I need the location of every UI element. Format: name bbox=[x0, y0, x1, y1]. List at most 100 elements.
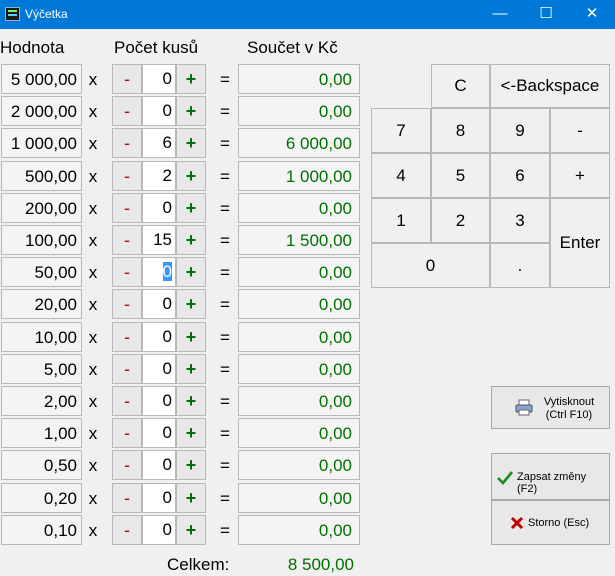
increment-button[interactable]: + bbox=[176, 353, 206, 384]
times-sign: x bbox=[88, 327, 98, 347]
quantity-input[interactable]: 0 bbox=[142, 321, 176, 352]
equals-sign: = bbox=[220, 359, 230, 379]
key-decimal[interactable]: . bbox=[490, 243, 550, 288]
decrement-button[interactable]: - bbox=[112, 514, 142, 545]
quantity-input[interactable]: 0 bbox=[142, 353, 176, 384]
equals-sign: = bbox=[220, 263, 230, 283]
denomination-value: 1,00 bbox=[1, 418, 82, 449]
equals-sign: = bbox=[220, 166, 230, 186]
decrement-button[interactable]: - bbox=[112, 257, 142, 288]
decrement-button[interactable]: - bbox=[112, 64, 142, 94]
times-sign: x bbox=[88, 134, 98, 154]
quantity-input[interactable]: 15 bbox=[142, 225, 176, 255]
cancel-button[interactable]: Storno (Esc) bbox=[491, 500, 610, 545]
quantity-input[interactable]: 6 bbox=[142, 128, 176, 159]
key-4[interactable]: 4 bbox=[371, 153, 431, 198]
equals-sign: = bbox=[220, 231, 230, 250]
decrement-button[interactable]: - bbox=[112, 386, 142, 416]
key-9[interactable]: 9 bbox=[490, 108, 550, 153]
times-sign: x bbox=[88, 231, 98, 250]
key-backspace[interactable]: <-Backspace bbox=[490, 64, 610, 108]
printer-icon bbox=[515, 399, 533, 416]
decrement-button[interactable]: - bbox=[112, 160, 142, 191]
increment-button[interactable]: + bbox=[176, 289, 206, 320]
denomination-row: 1 000,00 x -6 + = 6 000,00 bbox=[0, 128, 362, 160]
decrement-button[interactable]: - bbox=[112, 321, 142, 352]
quantity-input[interactable]: 0 bbox=[142, 64, 176, 94]
increment-button[interactable]: + bbox=[176, 128, 206, 159]
key-2[interactable]: 2 bbox=[431, 198, 490, 243]
print-button[interactable]: Vytisknout (Ctrl F10) bbox=[491, 386, 610, 429]
denomination-value: 100,00 bbox=[1, 225, 82, 255]
key-0[interactable]: 0 bbox=[371, 243, 490, 288]
row-sum: 0,00 bbox=[238, 418, 360, 449]
denomination-row: 2,00 x -0 + = 0,00 bbox=[0, 386, 362, 418]
header-count: Počet kusů bbox=[114, 38, 199, 57]
times-sign: x bbox=[88, 424, 98, 444]
decrement-button[interactable]: - bbox=[112, 192, 142, 223]
quantity-input[interactable]: 0 bbox=[142, 96, 176, 127]
decrement-button[interactable]: - bbox=[112, 450, 142, 481]
save-button[interactable]: Zapsat změny (F2) bbox=[491, 453, 610, 500]
key-3[interactable]: 3 bbox=[490, 198, 550, 243]
denomination-value: 20,00 bbox=[1, 289, 82, 320]
denomination-value: 10,00 bbox=[1, 321, 82, 352]
increment-button[interactable]: + bbox=[176, 64, 206, 94]
key-1[interactable]: 1 bbox=[371, 198, 431, 243]
denomination-row: 10,00 x -0 + = 0,00 bbox=[0, 321, 362, 354]
key-plus[interactable]: + bbox=[550, 153, 610, 198]
decrement-button[interactable]: - bbox=[112, 225, 142, 255]
increment-button[interactable]: + bbox=[176, 257, 206, 288]
increment-button[interactable]: + bbox=[176, 482, 206, 513]
increment-button[interactable]: + bbox=[176, 514, 206, 545]
increment-button[interactable]: + bbox=[176, 418, 206, 449]
denomination-value: 200,00 bbox=[1, 192, 82, 223]
decrement-button[interactable]: - bbox=[112, 96, 142, 127]
key-8[interactable]: 8 bbox=[431, 108, 490, 153]
increment-button[interactable]: + bbox=[176, 321, 206, 352]
key-enter[interactable]: Enter bbox=[550, 198, 610, 288]
increment-button[interactable]: + bbox=[176, 160, 206, 191]
row-sum: 0,00 bbox=[238, 289, 360, 320]
quantity-input[interactable]: 0 bbox=[142, 450, 176, 481]
times-sign: x bbox=[88, 359, 98, 379]
times-sign: x bbox=[88, 456, 98, 476]
quantity-input[interactable]: 0 bbox=[142, 192, 176, 223]
key-5[interactable]: 5 bbox=[431, 153, 490, 198]
close-button[interactable]: ✕ bbox=[569, 0, 615, 29]
row-sum: 0,00 bbox=[238, 64, 360, 94]
app-icon bbox=[5, 7, 20, 21]
denomination-value: 5 000,00 bbox=[1, 64, 82, 94]
key-clear[interactable]: C bbox=[431, 64, 490, 108]
denomination-value: 0,10 bbox=[1, 514, 82, 545]
denomination-value: 50,00 bbox=[1, 257, 82, 288]
denomination-row: 50,00 x -0 + = 0,00 bbox=[0, 257, 362, 289]
row-sum: 0,00 bbox=[238, 514, 360, 545]
decrement-button[interactable]: - bbox=[112, 418, 142, 449]
increment-button[interactable]: + bbox=[176, 225, 206, 255]
quantity-input[interactable]: 0 bbox=[142, 386, 176, 416]
quantity-input[interactable]: 0 bbox=[142, 482, 176, 513]
key-6[interactable]: 6 bbox=[490, 153, 550, 198]
maximize-button[interactable]: ☐ bbox=[523, 0, 569, 29]
increment-button[interactable]: + bbox=[176, 96, 206, 127]
row-sum: 0,00 bbox=[238, 192, 360, 223]
decrement-button[interactable]: - bbox=[112, 482, 142, 513]
quantity-input[interactable]: 0 bbox=[142, 257, 176, 288]
key-minus[interactable]: - bbox=[550, 108, 610, 153]
quantity-input[interactable]: 0 bbox=[142, 289, 176, 320]
minimize-button[interactable]: — bbox=[477, 0, 523, 29]
quantity-input[interactable]: 2 bbox=[142, 160, 176, 191]
decrement-button[interactable]: - bbox=[112, 353, 142, 384]
header-sum: Součet v Kč bbox=[247, 38, 338, 57]
denomination-value: 0,50 bbox=[1, 450, 82, 481]
increment-button[interactable]: + bbox=[176, 450, 206, 481]
quantity-input[interactable]: 0 bbox=[142, 514, 176, 545]
decrement-button[interactable]: - bbox=[112, 128, 142, 159]
key-7[interactable]: 7 bbox=[371, 108, 431, 153]
quantity-input[interactable]: 0 bbox=[142, 418, 176, 449]
increment-button[interactable]: + bbox=[176, 386, 206, 416]
denomination-value: 5,00 bbox=[1, 353, 82, 384]
decrement-button[interactable]: - bbox=[112, 289, 142, 320]
increment-button[interactable]: + bbox=[176, 192, 206, 223]
